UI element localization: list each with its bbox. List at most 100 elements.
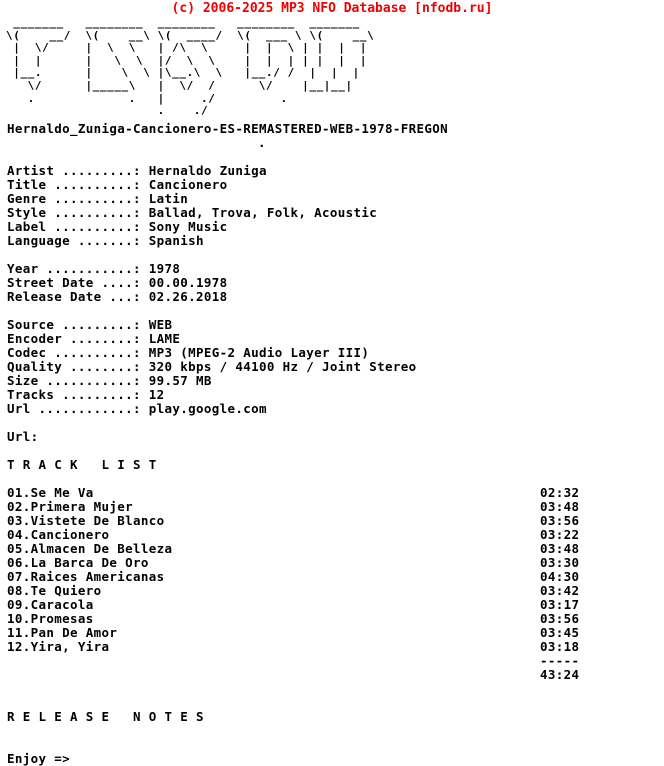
info-row: Release Date ...: 02.26.2018 (0, 288, 664, 304)
info-row-value: Latin (148, 190, 189, 206)
track-title: 03.Vistete De Blanco (7, 512, 165, 528)
info-row-dots: ............: (30, 400, 149, 416)
track-row: 08.Te Quiero 03:42 (0, 583, 664, 598)
info-row: Street Date ....: 00.00.1978 (0, 274, 664, 290)
track-duration: 03:18 (540, 638, 580, 654)
info-row-value: Sony Music (148, 218, 228, 234)
info-row-dots: ........: (62, 330, 149, 346)
info-row-value: LAME (148, 330, 181, 346)
track-row: 11.Pan De Amor 03:45 (0, 624, 664, 640)
track-duration: 03:22 (540, 526, 580, 542)
track-duration: 03:17 (540, 596, 580, 612)
release-name-underdot: . (258, 134, 266, 150)
track-duration: 03:48 (540, 498, 580, 514)
info-row-value: 99.57 MB (148, 372, 212, 388)
info-row-label: Url (7, 400, 31, 416)
track-row: 01.Se Me Va 02:32 (0, 484, 664, 500)
track-title: 09.Caracola (7, 596, 94, 612)
info-row-label: Codec (7, 344, 47, 360)
info-row-label: Year (7, 260, 39, 276)
info-row-dots: ..........: (46, 344, 149, 360)
info-row: Size ...........: 99.57 MB (0, 372, 664, 388)
info-row-dots: ..........: (46, 218, 149, 234)
info-row: Codec ..........: MP3 (MPEG-2 Audio Laye… (0, 344, 664, 360)
track-title: 04.Cancionero (7, 526, 110, 542)
info-block-artist: Artist .........: Hernaldo Zuniga Title .… (0, 162, 664, 248)
release-name: Hernaldo_Zuniga-Cancionero-ES-REMASTERED… (7, 120, 449, 136)
fregon-ascii-logo: _______ ________ ________ ________ _____… (6, 16, 375, 118)
info-row-dots: ....: (93, 274, 149, 290)
info-row-dots: ..........: (46, 176, 149, 192)
info-row-value: 320 kbps / 44100 Hz / Joint Stereo (148, 358, 417, 374)
track-title: 06.La Barca De Oro (7, 554, 149, 570)
info-row-label: Style (7, 204, 47, 220)
track-title: 02.Primera Mujer (7, 498, 134, 514)
info-row-label: Encoder (7, 330, 63, 346)
info-row-label: Artist (7, 162, 55, 178)
info-row-value: play.google.com (148, 400, 267, 416)
info-row-label: Genre (7, 190, 47, 206)
nfodb-credit-line: (c) 2006-2025 MP3 NFO Database [nfodb.ru… (171, 1, 493, 16)
info-row-dots: ..........: (46, 204, 149, 220)
info-row: Source .........: WEB (0, 316, 664, 332)
url-label-bare: Url: (7, 428, 39, 444)
tracklist-heading: T R A C K L I S T (7, 456, 157, 472)
info-row-label: Source (7, 316, 55, 332)
track-title: 10.Promesas (7, 610, 94, 626)
track-duration: 03:56 (540, 610, 580, 626)
info-row-dots: ...: (101, 288, 149, 304)
info-row-value: Ballad, Trova, Folk, Acoustic (148, 204, 378, 220)
info-row: Title ..........: Cancionero (0, 176, 664, 192)
track-row: 05.Almacen De Belleza 03:48 (0, 541, 664, 556)
info-block-technical: Source .........: WEB Encoder ........: L… (0, 316, 664, 416)
track-row: 03.Vistete De Blanco 03:56 (0, 512, 664, 528)
track-duration: 02:32 (540, 484, 580, 500)
info-row-dots: ........: (62, 358, 149, 374)
info-row-dots: ...........: (38, 372, 149, 388)
info-row: Language .......: Spanish (0, 232, 664, 248)
track-row: 06.La Barca De Oro 03:30 (0, 554, 664, 570)
info-row-dots: .........: (54, 386, 149, 402)
track-title: 07.Raices Americanas (7, 568, 165, 584)
tracklist-table: 01.Se Me Va 02:32 02.Primera Mujer 03:48 03.… (0, 484, 664, 682)
info-row-value: 00.00.1978 (148, 274, 228, 290)
info-block-dates: Year ...........: 1978 Street Date ....: … (0, 260, 664, 304)
info-row: Label ..........: Sony Music (0, 218, 664, 234)
info-row-label: Size (7, 372, 39, 388)
info-row-value: WEB (148, 316, 173, 332)
track-row: 10.Promesas 03:56 (0, 610, 664, 626)
info-row: Quality ........: 320 kbps / 44100 Hz / … (0, 358, 664, 374)
info-row-label: Tracks (7, 386, 55, 402)
info-row-dots: .......: (70, 232, 149, 248)
info-row: Url ............: play.google.com (0, 400, 664, 416)
track-duration: 03:56 (540, 512, 580, 528)
track-title: 12.Yira, Yira (7, 638, 110, 654)
info-row-value: MP3 (MPEG-2 Audio Layer III) (148, 344, 370, 360)
info-row: Tracks .........: 12 (0, 386, 664, 402)
tracklist-separator-dashes: ----- (540, 652, 580, 668)
info-row: Artist .........: Hernaldo Zuniga (0, 162, 664, 178)
info-row-label: Language (7, 232, 71, 248)
track-duration: 04:30 (540, 568, 580, 584)
track-title: 01.Se Me Va (7, 484, 94, 500)
info-row-value: 12 (148, 386, 165, 402)
track-row: 12.Yira, Yira 03:18 (0, 638, 664, 654)
info-row-label: Street Date (7, 274, 94, 290)
info-row-value: 02.26.2018 (148, 288, 228, 304)
info-row-dots: ...........: (38, 260, 149, 276)
track-row: 04.Cancionero 03:22 (0, 526, 664, 542)
track-row: 09.Caracola 03:17 (0, 596, 664, 612)
tracklist-separator: ----- (0, 652, 664, 668)
info-row: Encoder ........: LAME (0, 330, 664, 346)
info-row-value: Hernaldo Zuniga (148, 162, 267, 178)
track-duration: 03:45 (540, 624, 580, 640)
release-notes-heading: R E L E A S E N O T E S (7, 708, 204, 724)
info-row-dots: ..........: (46, 190, 149, 206)
